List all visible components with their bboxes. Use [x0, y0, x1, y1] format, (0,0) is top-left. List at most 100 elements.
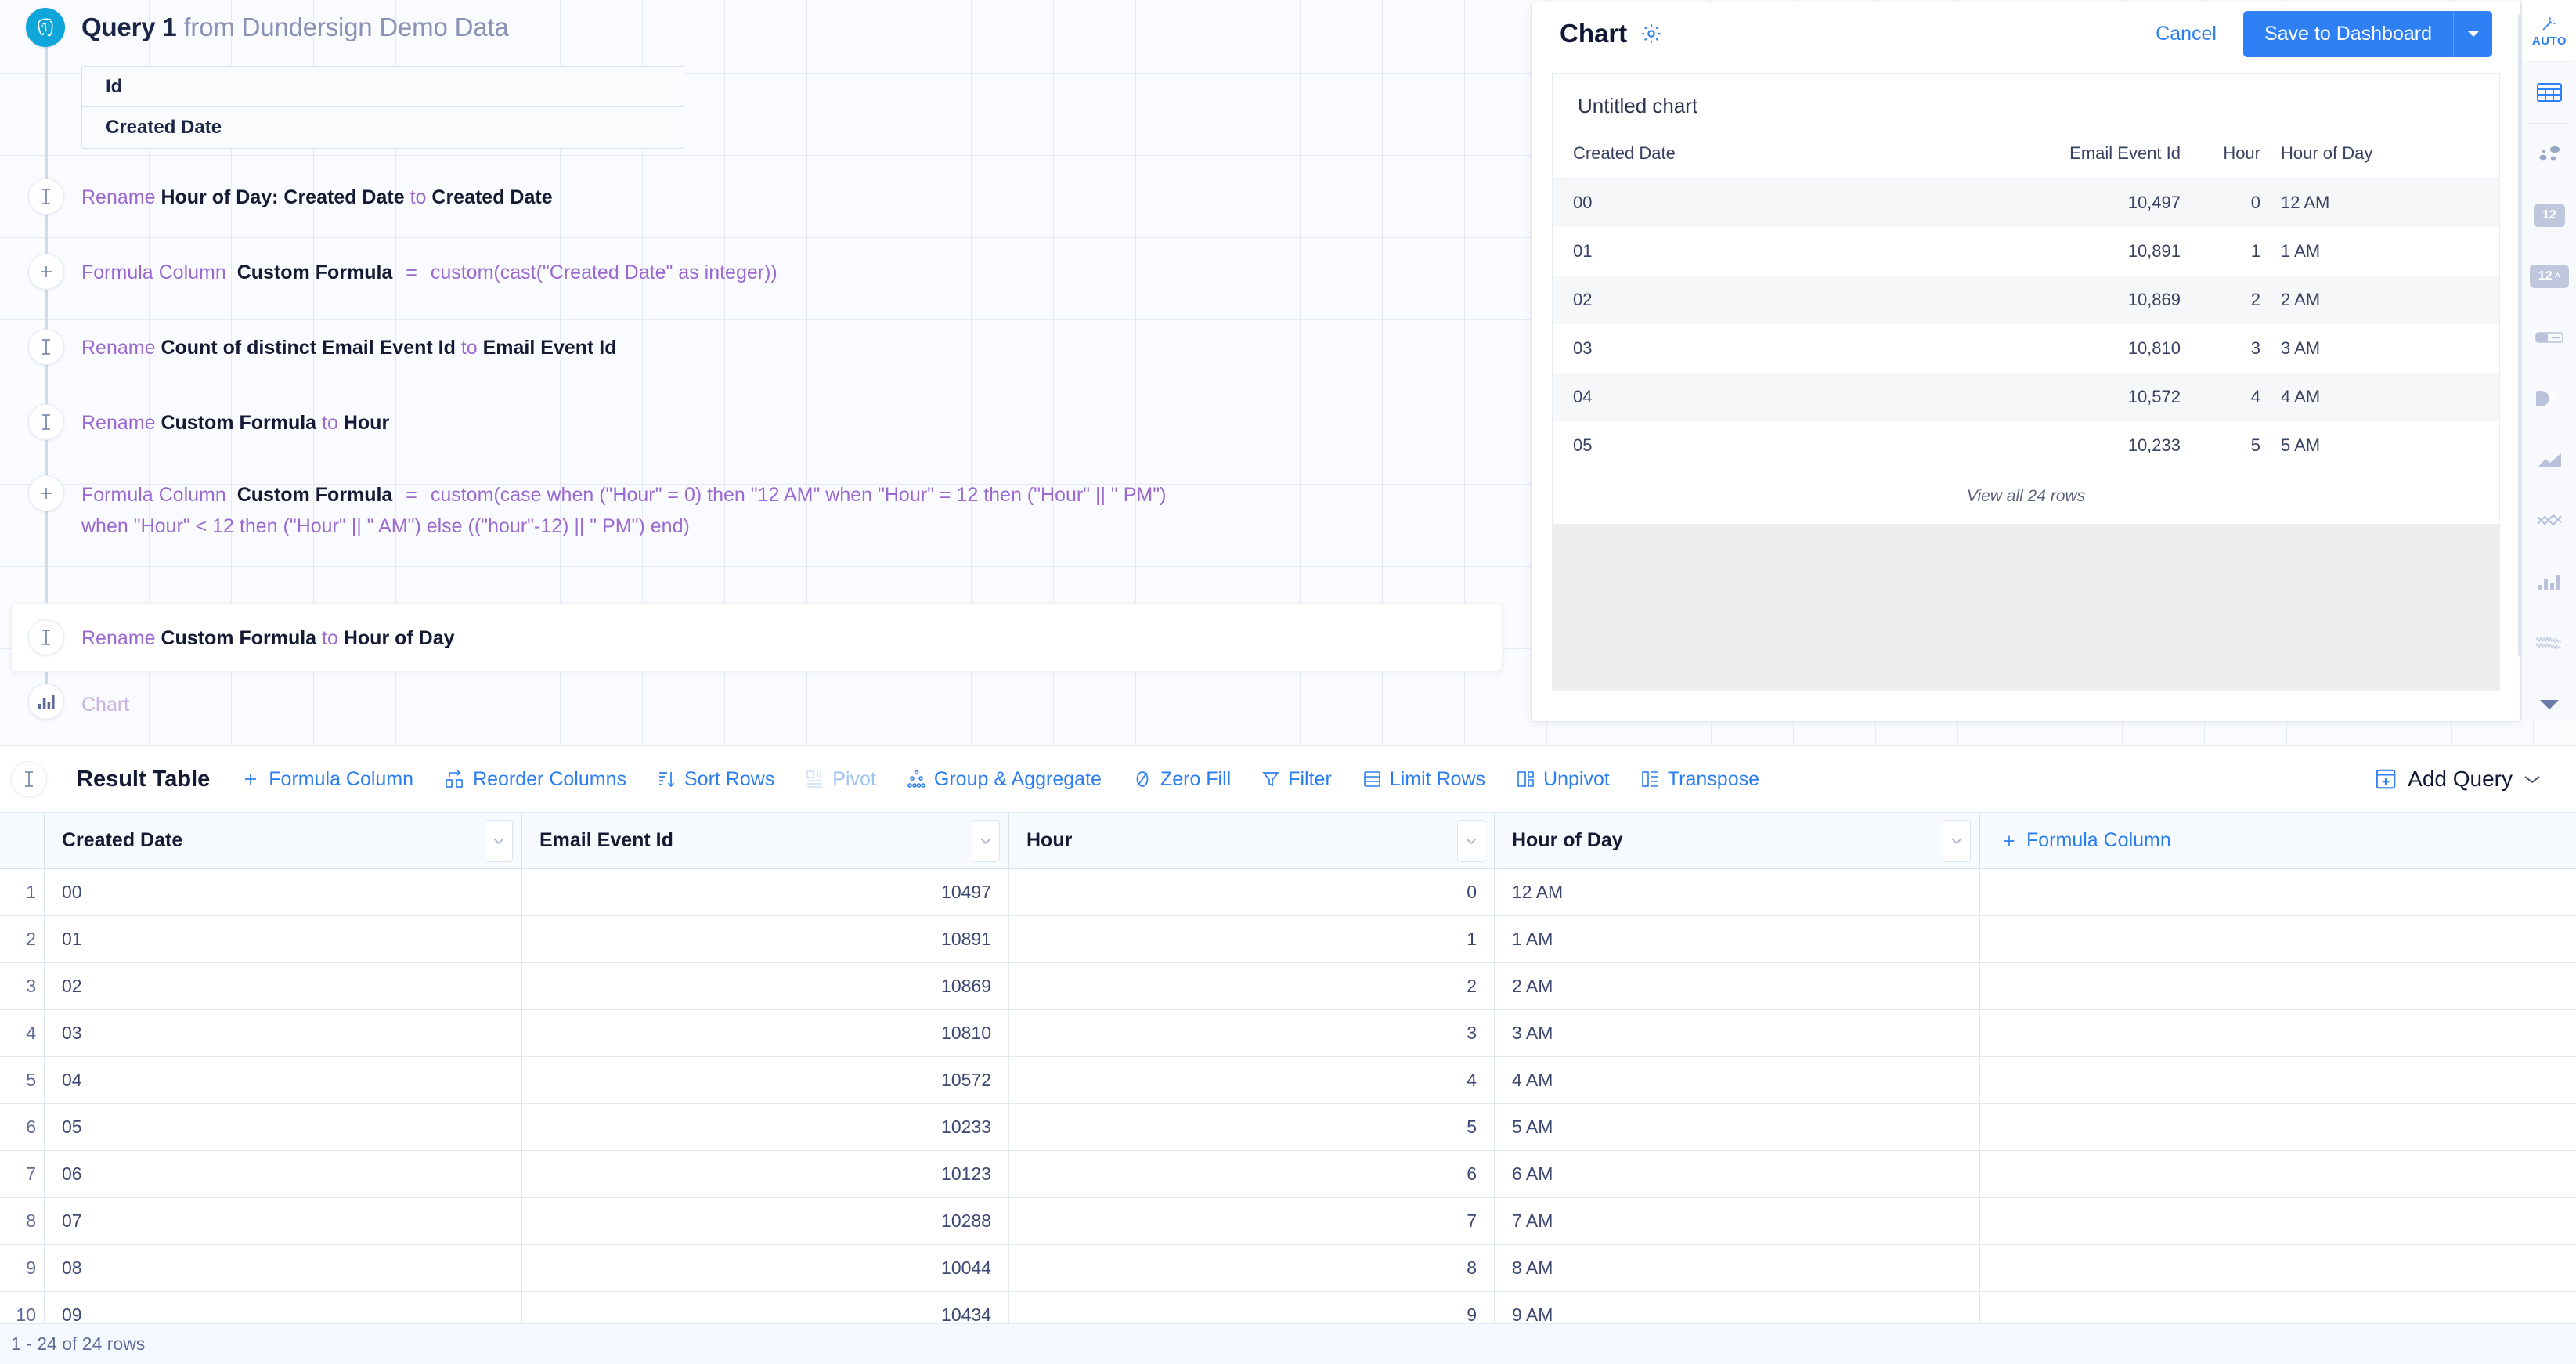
rename-icon[interactable]: [28, 179, 64, 215]
plus-icon[interactable]: [28, 254, 64, 290]
sort-rows-button[interactable]: Sort Rows: [658, 768, 774, 791]
pivot-button[interactable]: Pivot: [806, 768, 876, 791]
cell-hour[interactable]: 5: [1009, 1104, 1495, 1150]
save-to-dashboard-button[interactable]: Save to Dashboard: [2242, 10, 2453, 57]
cell-hour-of-day[interactable]: 7 AM: [1495, 1198, 1980, 1244]
cell-email-event-id[interactable]: 10497: [522, 869, 1009, 915]
cell-email-event-id[interactable]: 10572: [522, 1057, 1009, 1103]
cell-email-event-id[interactable]: 10288: [522, 1198, 1009, 1244]
pipeline-step-formula-2[interactable]: Formula Column Custom Formula = custom(c…: [81, 479, 1491, 542]
rail-item-pie-chart[interactable]: [2522, 368, 2576, 429]
rail-item-number-trend[interactable]: 12 ^: [2522, 246, 2576, 307]
cell-created-date[interactable]: 00: [45, 869, 522, 915]
table-row[interactable]: 4 03 10810 3 3 AM: [0, 1010, 2576, 1057]
cell-email-event-id[interactable]: 10044: [522, 1245, 1009, 1291]
rail-item-number[interactable]: 12: [2522, 185, 2576, 246]
cell-hour-of-day[interactable]: 12 AM: [1495, 869, 1980, 915]
add-query-button[interactable]: Add Query: [2374, 767, 2542, 792]
cell-hour-of-day[interactable]: 8 AM: [1495, 1245, 1980, 1291]
add-formula-column-button[interactable]: Formula Column: [1980, 813, 2576, 868]
table-row[interactable]: 6 05 10233 5 5 AM: [0, 1104, 2576, 1151]
cell-empty[interactable]: [1980, 1198, 2576, 1244]
cell-hour[interactable]: 1: [1009, 916, 1495, 962]
rail-item-auto[interactable]: AUTO: [2522, 0, 2576, 61]
chevron-down-icon[interactable]: [1457, 820, 1485, 862]
table-row[interactable]: 5 04 10572 4 4 AM: [0, 1057, 2576, 1104]
group-aggregate-button[interactable]: Group & Aggregate: [907, 768, 1102, 791]
cell-email-event-id[interactable]: 10233: [522, 1104, 1009, 1150]
rail-item-line-chart[interactable]: [2522, 490, 2576, 551]
cell-hour[interactable]: 8: [1009, 1245, 1495, 1291]
cell-empty[interactable]: [1980, 1057, 2576, 1103]
pipeline-step-rename-3[interactable]: Rename Custom Formula to Hour: [81, 407, 389, 438]
cell-empty[interactable]: [1980, 1104, 2576, 1150]
cell-hour[interactable]: 4: [1009, 1057, 1495, 1103]
cell-hour[interactable]: 6: [1009, 1151, 1495, 1197]
table-row[interactable]: 9 08 10044 8 8 AM: [0, 1245, 2576, 1292]
column-header-email-event-id[interactable]: Email Event Id: [522, 813, 1009, 868]
rail-item-bar-chart[interactable]: [2522, 551, 2576, 612]
cell-hour-of-day[interactable]: 1 AM: [1495, 916, 1980, 962]
source-column-created-date[interactable]: Created Date: [82, 107, 684, 148]
cell-email-event-id[interactable]: 10123: [522, 1151, 1009, 1197]
cell-created-date[interactable]: 04: [45, 1057, 522, 1103]
rail-item-scatter[interactable]: [2522, 124, 2576, 185]
cell-created-date[interactable]: 03: [45, 1010, 522, 1056]
cell-created-date[interactable]: 02: [45, 963, 522, 1009]
cell-created-date[interactable]: 01: [45, 916, 522, 962]
cell-empty[interactable]: [1980, 963, 2576, 1009]
rename-icon[interactable]: [28, 329, 64, 365]
column-header-created-date[interactable]: Created Date: [45, 813, 522, 868]
filter-button[interactable]: Filter: [1262, 768, 1332, 791]
source-column-id[interactable]: Id: [82, 67, 684, 107]
cell-hour[interactable]: 7: [1009, 1198, 1495, 1244]
source-columns-box[interactable]: Id Created Date: [81, 66, 684, 149]
cell-email-event-id[interactable]: 10810: [522, 1010, 1009, 1056]
postgres-icon[interactable]: [26, 8, 65, 47]
table-row[interactable]: 3 02 10869 2 2 AM: [0, 963, 2576, 1010]
rename-icon[interactable]: [28, 404, 64, 440]
pipeline-step-chart[interactable]: Chart: [81, 689, 129, 720]
rename-icon[interactable]: [11, 761, 47, 797]
chart-bar-icon[interactable]: [28, 684, 64, 720]
column-header-hour-of-day[interactable]: Hour of Day: [1495, 813, 1980, 868]
cell-hour-of-day[interactable]: 5 AM: [1495, 1104, 1980, 1150]
cell-created-date[interactable]: 08: [45, 1245, 522, 1291]
view-all-rows-link[interactable]: View all 24 rows: [1553, 470, 2499, 506]
rename-icon[interactable]: [28, 619, 64, 655]
plus-icon[interactable]: [28, 475, 64, 511]
table-row[interactable]: 2 01 10891 1 1 AM: [0, 916, 2576, 963]
zero-fill-button[interactable]: Zero Fill: [1133, 768, 1231, 791]
pipeline-step-formula-1[interactable]: Formula Column Custom Formula = custom(c…: [81, 257, 777, 288]
chevron-down-icon[interactable]: [1943, 820, 1971, 862]
pipeline-step-rename-1[interactable]: Rename Hour of Day: Created Date to Crea…: [81, 182, 553, 213]
cell-hour[interactable]: 0: [1009, 869, 1495, 915]
rail-item-table[interactable]: [2522, 62, 2576, 123]
pipeline-step-rename-4[interactable]: Rename Custom Formula to Hour of Day: [81, 622, 455, 654]
cancel-button[interactable]: Cancel: [2156, 23, 2217, 45]
rail-item-more[interactable]: [2522, 673, 2576, 734]
cell-hour-of-day[interactable]: 4 AM: [1495, 1057, 1980, 1103]
cell-created-date[interactable]: 06: [45, 1151, 522, 1197]
cell-empty[interactable]: [1980, 1245, 2576, 1291]
chevron-down-icon[interactable]: [485, 820, 513, 862]
cell-empty[interactable]: [1980, 916, 2576, 962]
rail-item-progress-bar[interactable]: [2522, 307, 2576, 368]
rail-item-area-chart[interactable]: [2522, 429, 2576, 490]
cell-empty[interactable]: [1980, 1151, 2576, 1197]
table-row[interactable]: 8 07 10288 7 7 AM: [0, 1198, 2576, 1245]
cell-empty[interactable]: [1980, 869, 2576, 915]
cell-hour-of-day[interactable]: 6 AM: [1495, 1151, 1980, 1197]
cell-created-date[interactable]: 07: [45, 1198, 522, 1244]
formula-column-button[interactable]: Formula Column: [241, 768, 413, 791]
cell-hour-of-day[interactable]: 2 AM: [1495, 963, 1980, 1009]
transpose-button[interactable]: Transpose: [1641, 768, 1759, 791]
reorder-columns-button[interactable]: Reorder Columns: [445, 768, 626, 791]
cell-hour-of-day[interactable]: 3 AM: [1495, 1010, 1980, 1056]
chevron-down-icon[interactable]: [2453, 10, 2492, 57]
cell-created-date[interactable]: 05: [45, 1104, 522, 1150]
pipeline-step-rename-2[interactable]: Rename Count of distinct Email Event Id …: [81, 332, 617, 363]
table-row[interactable]: 7 06 10123 6 6 AM: [0, 1151, 2576, 1198]
limit-rows-button[interactable]: Limit Rows: [1363, 768, 1485, 791]
cell-email-event-id[interactable]: 10869: [522, 963, 1009, 1009]
